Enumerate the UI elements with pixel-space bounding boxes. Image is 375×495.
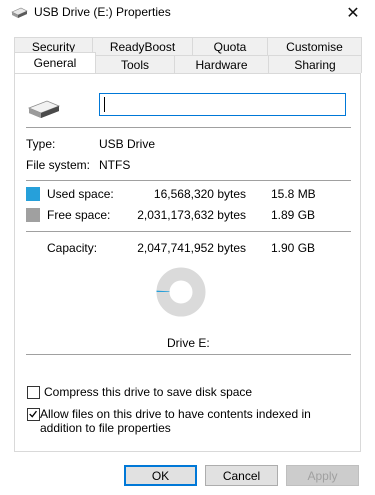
divider	[26, 231, 351, 232]
divider	[26, 180, 351, 181]
used-space-label: Used space:	[47, 187, 114, 201]
type-label: Type:	[26, 137, 56, 151]
tab-readyboost[interactable]: ReadyBoost	[92, 37, 193, 55]
tab-sharing[interactable]: Sharing	[268, 55, 362, 73]
text-caret	[104, 97, 105, 112]
index-option[interactable]: Allow files on this drive to have conten…	[27, 407, 347, 435]
type-value: USB Drive	[99, 137, 156, 151]
ok-button[interactable]: OK	[124, 465, 197, 486]
capacity-bytes: 2,047,741,952 bytes	[137, 241, 246, 255]
tab-label: Tools	[120, 57, 149, 72]
tab-hardware[interactable]: Hardware	[174, 55, 269, 73]
file-system-value: NTFS	[99, 158, 131, 172]
tab-label: Quota	[213, 39, 247, 54]
tab-row-bottom: General Tools Hardware Sharing	[14, 52, 362, 73]
free-space-bytes: 2,031,173,632 bytes	[137, 208, 246, 222]
used-space-bytes: 16,568,320 bytes	[153, 187, 246, 201]
cancel-button[interactable]: Cancel	[205, 465, 278, 486]
compress-option[interactable]: Compress this drive to save disk space	[27, 385, 252, 399]
used-space-size: 15.8 MB	[271, 187, 316, 201]
tab-label: ReadyBoost	[109, 39, 176, 54]
free-space-label: Free space:	[47, 208, 111, 222]
tab-quota[interactable]: Quota	[192, 37, 268, 55]
tab-label: Customise	[286, 39, 343, 54]
tab-label: Sharing	[294, 57, 336, 72]
apply-button[interactable]: Apply	[286, 465, 359, 486]
file-system-label: File system:	[26, 158, 91, 172]
disk-usage-donut	[156, 267, 206, 317]
tab-label: General	[33, 56, 77, 70]
tab-tools[interactable]: Tools	[95, 55, 175, 73]
capacity-size: 1.90 GB	[271, 241, 316, 255]
usb-drive-icon	[11, 7, 28, 18]
compress-label: Compress this drive to save disk space	[44, 385, 253, 399]
used-space-swatch	[26, 187, 40, 201]
free-space-size: 1.89 GB	[271, 208, 316, 222]
index-checkbox[interactable]	[27, 408, 40, 421]
checkmark-icon	[29, 410, 37, 418]
drive-name-input[interactable]	[99, 93, 346, 116]
usb-drive-icon	[27, 100, 61, 118]
close-icon: ✕	[346, 5, 360, 22]
tab-label: Hardware	[195, 57, 248, 72]
window-title: USB Drive (E:) Properties	[34, 5, 171, 19]
properties-dialog: USB Drive (E:) Properties ✕ Security Rea…	[0, 0, 375, 495]
drive-caption: Drive E:	[167, 336, 210, 350]
divider	[26, 354, 351, 355]
close-button[interactable]: ✕	[331, 0, 375, 26]
free-space-swatch	[26, 208, 40, 222]
title-bar: USB Drive (E:) Properties ✕	[0, 0, 375, 26]
index-label: Allow files on this drive to have conten…	[40, 407, 311, 435]
tab-customise[interactable]: Customise	[267, 37, 362, 55]
capacity-label: Capacity:	[47, 241, 98, 255]
divider	[26, 127, 351, 128]
compress-checkbox[interactable]	[27, 386, 40, 399]
tab-general[interactable]: General	[14, 52, 96, 73]
